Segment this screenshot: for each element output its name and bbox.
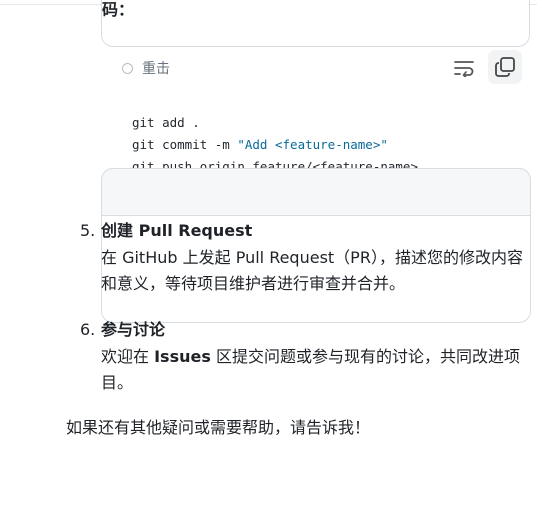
step-description: 在 GitHub 上发起 Pull Request（PR），描述您的修改内容和意… (101, 248, 523, 293)
copy-icon (495, 57, 515, 77)
step-title: 创建 Pull Request (101, 221, 253, 240)
reset-option[interactable]: 重击 (122, 58, 170, 78)
input-box-partial (101, 0, 530, 47)
partial-text: 码： (102, 0, 135, 19)
code-line: git add . (132, 115, 200, 130)
closing-message: 如果还有其他疑问或需要帮助，请告诉我！ (66, 418, 371, 437)
code-line: git commit -m "Add <feature-name>" (132, 137, 388, 152)
radio-icon[interactable] (122, 62, 133, 74)
wrap-text-button[interactable] (449, 53, 479, 83)
copy-button[interactable] (488, 50, 522, 84)
wrap-text-icon (454, 61, 474, 77)
reset-label: 重击 (142, 61, 170, 77)
chat-page: 码： 重击 git add . git commit -m "Add <featu… (0, 0, 537, 509)
step-number: 5. (80, 221, 96, 240)
step-description: 欢迎在 Issues 区提交问题或参与现有的讨论，共同改进项目。 (101, 347, 520, 392)
step-number: 6. (80, 320, 96, 339)
step-title: 参与讨论 (101, 320, 166, 339)
code-panel-header (101, 168, 531, 216)
